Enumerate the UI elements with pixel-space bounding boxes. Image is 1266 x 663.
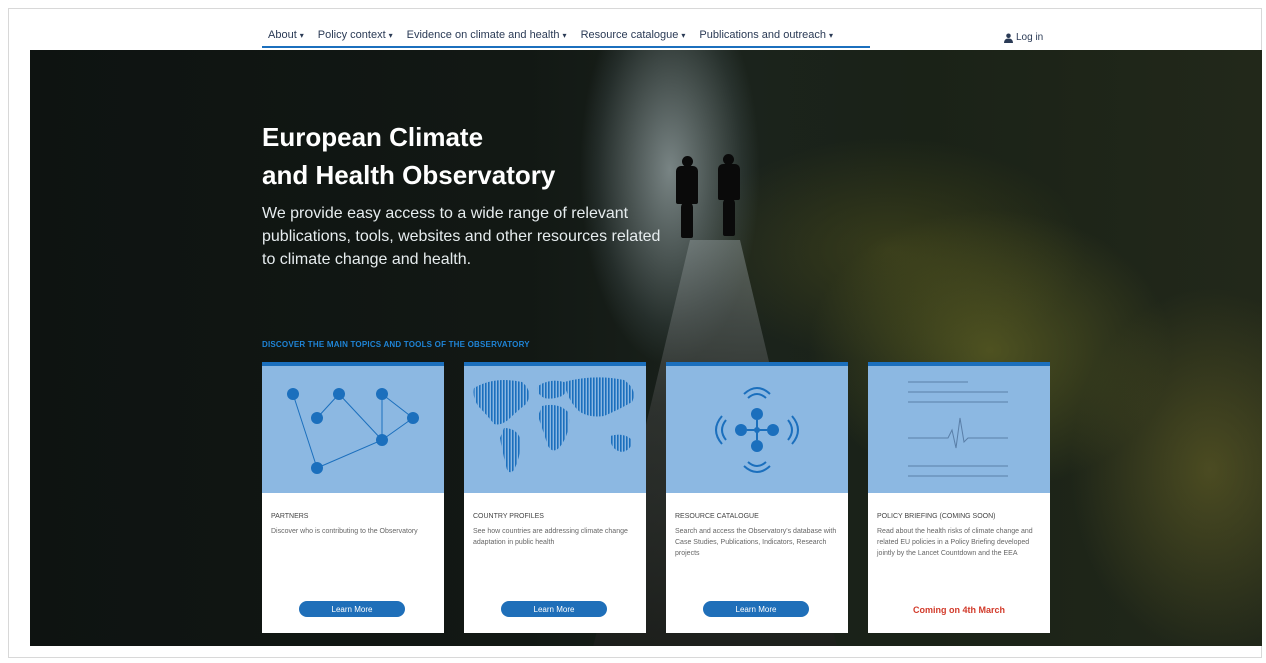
card-policy-briefing: POLICY BRIEFING (COMING SOON) Read about…: [868, 362, 1050, 633]
card-resource-catalogue: RESOURCE CATALOGUE Search and access the…: [666, 362, 848, 633]
nav-publications-label: Publications and outreach: [699, 29, 827, 41]
nav-about[interactable]: About ▾: [268, 29, 304, 41]
catalogue-icon: [715, 387, 799, 473]
caret-down-icon: ▾: [562, 30, 567, 40]
runner-right-legs: [723, 198, 735, 236]
runner-right: [718, 164, 740, 200]
login-link[interactable]: Log in: [1004, 32, 1043, 43]
caret-down-icon: ▾: [829, 30, 834, 40]
caret-down-icon: ▾: [388, 30, 393, 40]
card-title: PARTNERS: [271, 513, 309, 520]
card-image: [868, 366, 1050, 493]
card-title: POLICY BRIEFING (COMING SOON): [877, 513, 996, 520]
card-partners: PARTNERS Discover who is contributing to…: [262, 362, 444, 633]
coming-soon-label: Coming on 4th March: [913, 605, 1005, 615]
login-label: Log in: [1016, 32, 1044, 43]
caret-down-icon: ▾: [681, 30, 686, 40]
nav-evidence-label: Evidence on climate and health: [406, 29, 560, 41]
nav-policy-context-label: Policy context: [317, 29, 386, 41]
card-description: Read about the health risks of climate c…: [877, 528, 1033, 557]
hero-banner: [30, 50, 1262, 646]
caret-down-icon: ▾: [299, 30, 304, 40]
nav-underline: [262, 46, 870, 48]
discover-heading: DISCOVER THE MAIN TOPICS AND TOOLS OF TH…: [262, 340, 530, 349]
runner-left: [676, 166, 698, 204]
runner-left-legs: [681, 202, 693, 238]
card-description: See how countries are addressing climate…: [473, 528, 628, 546]
world-map-icon: [473, 377, 634, 473]
card-image: [262, 366, 444, 493]
user-icon: [1004, 33, 1013, 43]
card-description: Search and access the Observatory's data…: [675, 528, 837, 557]
learn-more-button[interactable]: Learn More: [703, 601, 809, 617]
learn-more-button[interactable]: Learn More: [299, 601, 405, 617]
title-line-1: European Climate: [262, 122, 484, 152]
card-image: [666, 366, 848, 493]
title-line-2: and Health Observatory: [262, 160, 556, 190]
nav-resource-catalogue-label: Resource catalogue: [580, 29, 679, 41]
card-image: [464, 366, 646, 493]
learn-more-button[interactable]: Learn More: [501, 601, 607, 617]
nav-about-label: About: [268, 29, 297, 41]
page-title: European Climate and Health Observatory: [262, 118, 555, 194]
card-description: Discover who is contributing to the Obse…: [271, 528, 418, 535]
hero-subtitle: We provide easy access to a wide range o…: [262, 205, 661, 268]
nav-evidence[interactable]: Evidence on climate and health ▾: [407, 29, 567, 41]
nav-publications[interactable]: Publications and outreach ▾: [699, 29, 833, 41]
network-icon: [287, 388, 419, 474]
main-nav: About ▾ Policy context ▾ Evidence on clima…: [268, 22, 833, 48]
card-title: COUNTRY PROFILES: [473, 513, 544, 520]
nav-policy-context[interactable]: Policy context ▾: [318, 29, 393, 41]
card-country-profiles: COUNTRY PROFILES See how countries are a…: [464, 362, 646, 633]
nav-resource-catalogue[interactable]: Resource catalogue ▾: [581, 29, 686, 41]
card-title: RESOURCE CATALOGUE: [675, 513, 759, 520]
pulse-icon: [908, 381, 1008, 477]
